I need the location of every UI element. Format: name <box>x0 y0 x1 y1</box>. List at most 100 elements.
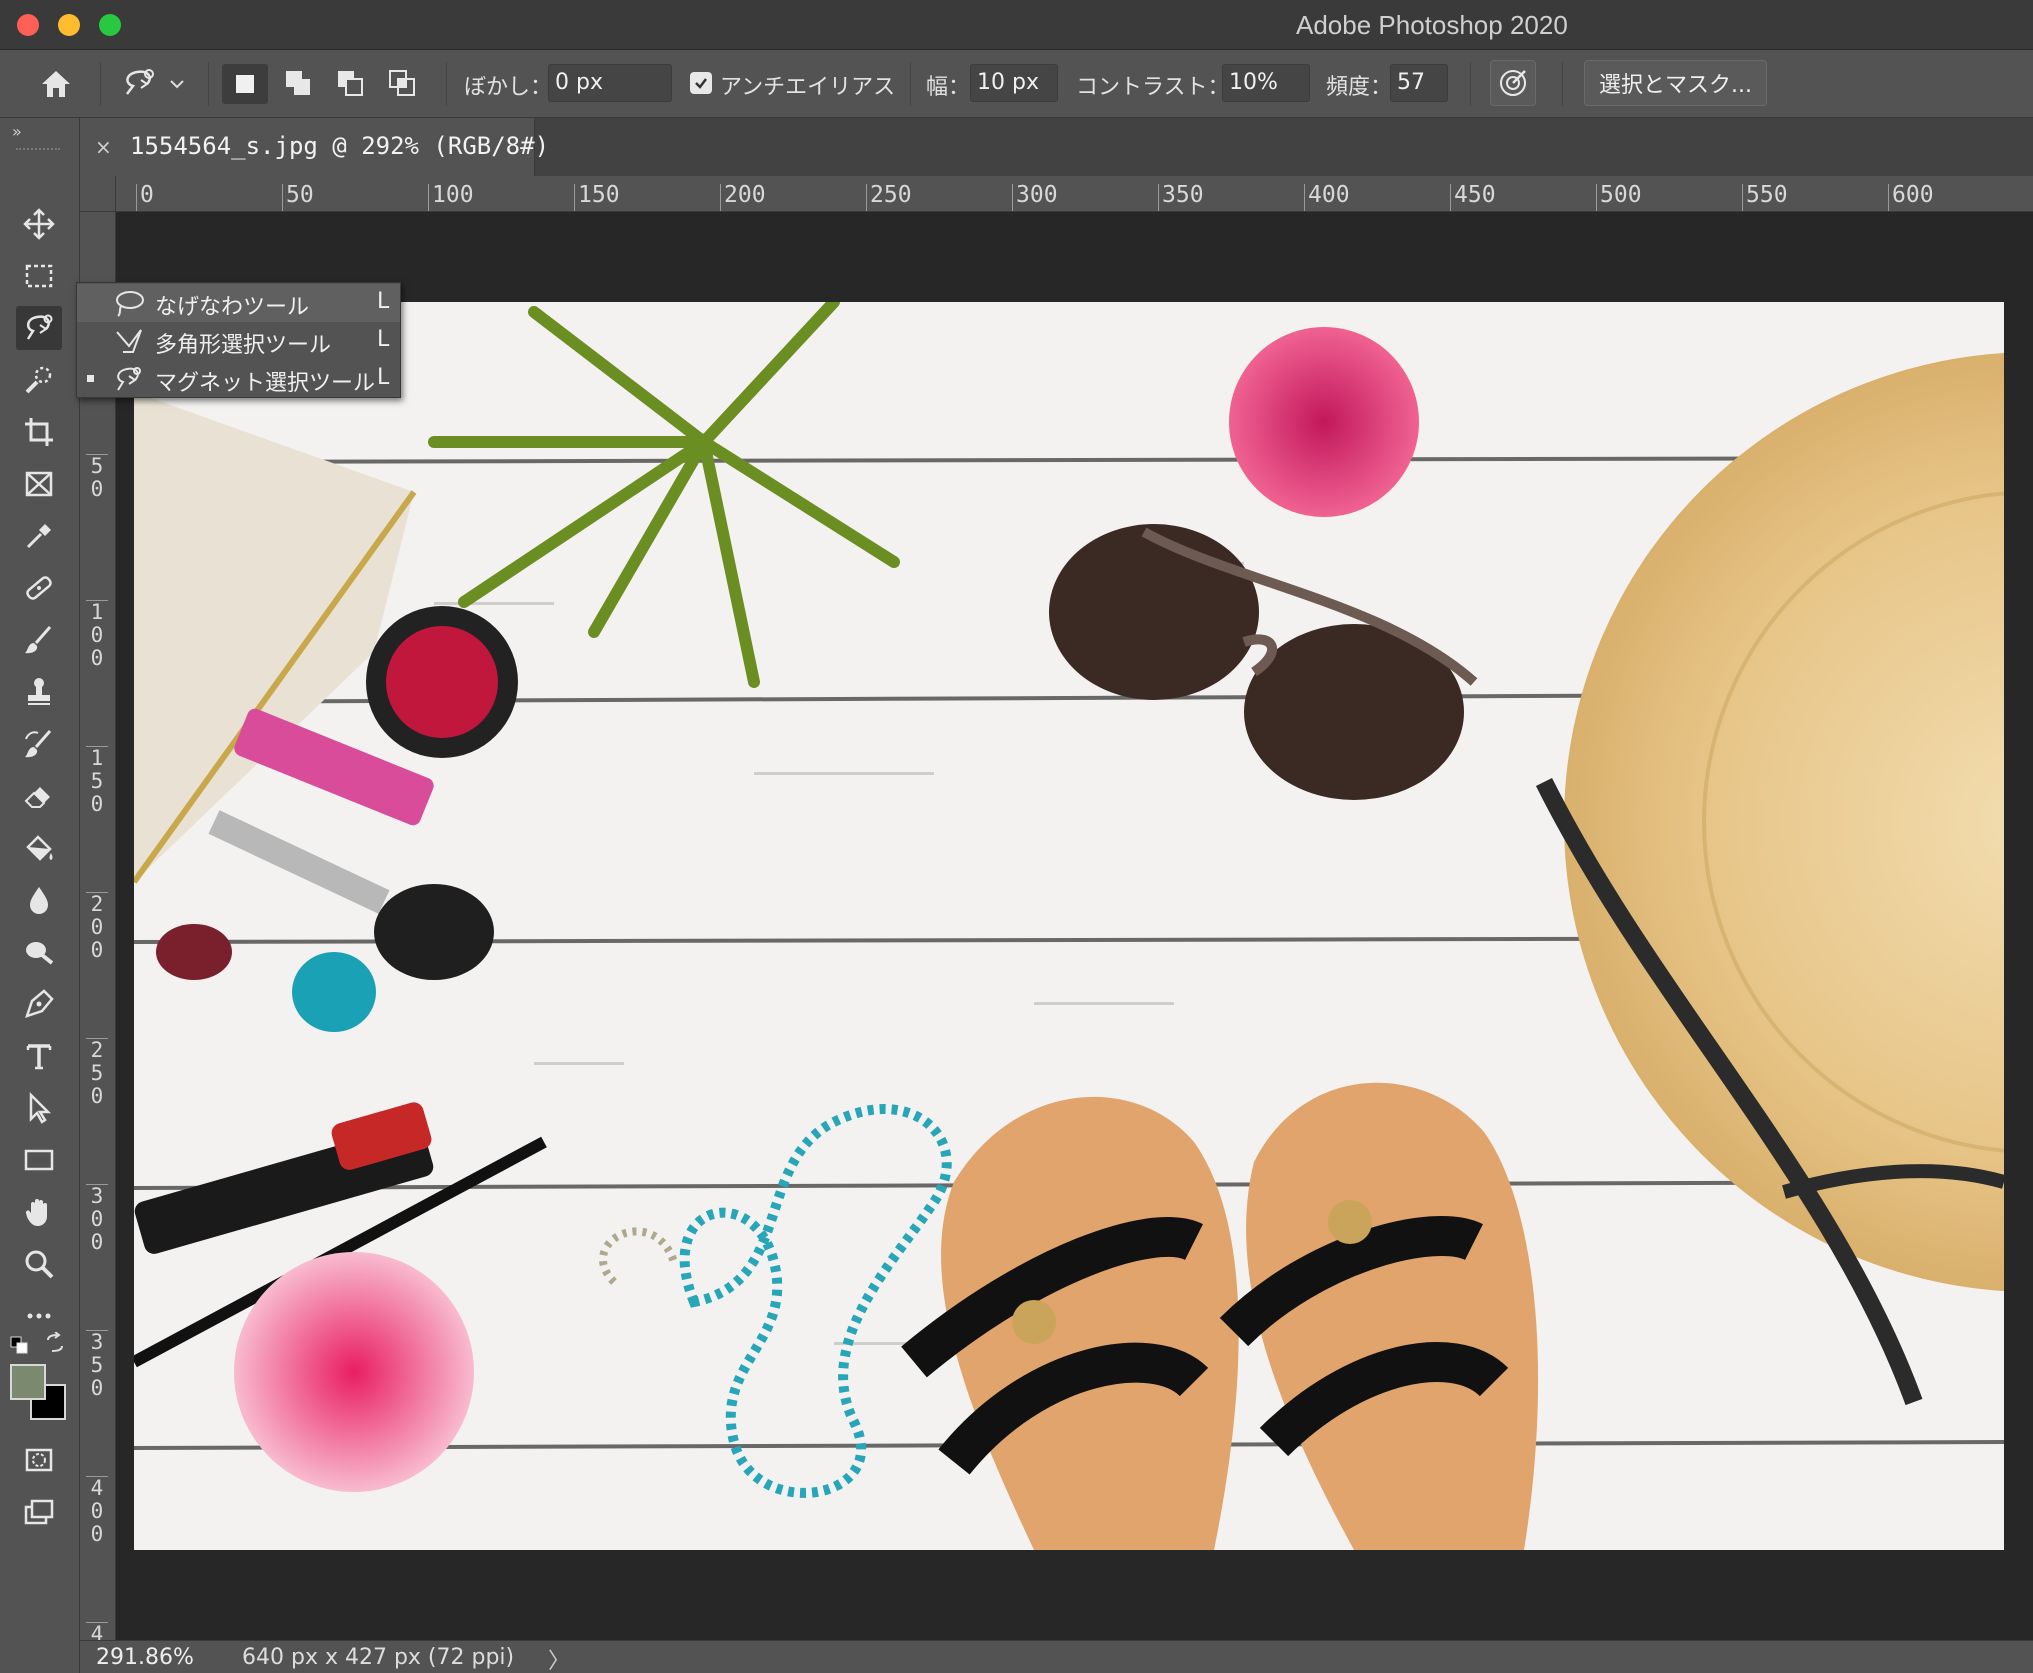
default-colors-button[interactable] <box>10 1336 30 1356</box>
panel-grip[interactable] <box>16 148 60 154</box>
frequency-input[interactable]: 57 <box>1390 64 1448 102</box>
ruler-tick-label: 500 <box>1596 184 1642 211</box>
more-icon <box>27 1313 51 1319</box>
collapse-panel-icon[interactable]: ›› <box>12 122 22 141</box>
magnetic-lasso-icon <box>26 314 53 340</box>
type-icon <box>26 1044 52 1070</box>
document-info: 640 px x 427 px (72 ppi) <box>242 1645 515 1670</box>
flyout-item-magnetic-lasso[interactable]: マグネット選択ツール L <box>77 360 400 398</box>
select-and-mask-button[interactable]: 選択とマスク... <box>1584 60 1767 106</box>
tools-panel: ›› <box>0 118 80 1673</box>
move-icon <box>23 208 55 240</box>
pen-tool[interactable] <box>16 982 62 1026</box>
close-tab-icon[interactable]: × <box>95 135 112 159</box>
swap-colors-button[interactable] <box>44 1331 66 1354</box>
ruler-tick-label: 2 0 0 <box>86 892 108 962</box>
crop-tool[interactable] <box>16 410 62 454</box>
flyout-item-polygonal-lasso[interactable]: 多角形選択ツール L <box>77 322 400 360</box>
options-bar: ぼかし： 0 px アンチエイリアス 幅： 10 px コントラスト： 10% … <box>0 50 2033 118</box>
brush-icon <box>25 626 52 654</box>
blur-tool[interactable] <box>16 878 62 922</box>
rectangle-tool[interactable] <box>16 1138 62 1182</box>
feather-label: ぼかし： <box>464 75 553 100</box>
home-button[interactable] <box>30 64 82 104</box>
eraser-tool[interactable] <box>16 774 62 818</box>
paint-bucket-tool[interactable] <box>16 826 62 870</box>
width-input[interactable]: 10 px <box>970 64 1058 102</box>
dodge-tool[interactable] <box>16 930 62 974</box>
contrast-input[interactable]: 10% <box>1222 64 1310 102</box>
subtract-from-selection-button[interactable] <box>328 64 374 104</box>
intersect-selection-button[interactable] <box>380 64 426 104</box>
pressure-button[interactable] <box>1490 60 1536 106</box>
ruler-tick-label: 100 <box>428 184 474 211</box>
feather-input[interactable]: 0 px <box>548 64 672 102</box>
ruler-tick-label: 450 <box>1450 184 1496 211</box>
frame-icon <box>25 471 53 497</box>
frame-tool[interactable] <box>16 462 62 506</box>
marquee-tool[interactable] <box>16 254 62 298</box>
lasso-tool[interactable] <box>16 306 62 350</box>
home-icon <box>42 71 70 97</box>
eyedropper-tool[interactable] <box>16 514 62 558</box>
path-select-icon <box>29 1091 52 1124</box>
ruler-tick-label: 4 0 0 <box>86 1476 108 1546</box>
ruler-tick-label: 50 <box>282 184 314 211</box>
antialias-label: アンチエイリアス <box>720 75 896 100</box>
eyedropper-icon <box>26 524 51 549</box>
hand-tool[interactable] <box>16 1190 62 1234</box>
stylus-pressure-icon <box>1500 70 1526 96</box>
brush-tool[interactable] <box>16 618 62 662</box>
vertical-ruler[interactable]: 5 0 1 0 0 1 5 0 2 0 0 2 5 0 3 0 0 3 5 0 4 0 0 4 <box>80 212 116 1640</box>
lasso-tool-flyout: なげなわツール L 多角形選択ツール L マグネット選択ツール L <box>76 282 401 398</box>
minimize-window-button[interactable] <box>58 14 80 36</box>
healing-tool[interactable] <box>16 566 62 610</box>
flatlay-photo <box>134 302 2004 1550</box>
status-bar: 291.86% 640 px x 427 px (72 ppi) 〉 <box>80 1640 2033 1673</box>
new-selection-button[interactable] <box>222 64 268 104</box>
status-menu-arrow-icon[interactable]: 〉 <box>548 1643 570 1673</box>
zoom-window-button[interactable] <box>99 14 121 36</box>
screen-mode-button[interactable] <box>16 1490 62 1534</box>
path-select-tool[interactable] <box>16 1086 62 1130</box>
ruler-tick-label: 5 0 <box>86 454 108 501</box>
rectangle-icon <box>24 1149 54 1171</box>
blur-icon <box>30 887 48 914</box>
document-image[interactable] <box>134 302 2004 1550</box>
horizontal-ruler[interactable]: 0 50 100 150 200 250 300 350 400 450 500 550 600 <box>116 176 2033 212</box>
antialias-checkbox[interactable] <box>690 72 712 94</box>
stamp-icon <box>28 678 50 705</box>
checkmark-icon <box>695 78 707 89</box>
foreground-color-swatch[interactable] <box>10 1364 46 1400</box>
subtract-selection-icon <box>338 71 363 96</box>
document-tab[interactable]: × 1554564_s.jpg @ 292% (RGB/8#) <box>80 118 549 176</box>
ruler-corner[interactable] <box>80 176 116 212</box>
ruler-tick-label: 400 <box>1304 184 1350 211</box>
history-brush-tool[interactable] <box>16 722 62 766</box>
screen-mode-icon <box>24 1499 54 1525</box>
move-tool[interactable] <box>16 202 62 246</box>
ruler-tick-label: 250 <box>866 184 912 211</box>
dodge-icon <box>26 942 54 965</box>
zoom-level[interactable]: 291.86% <box>96 1645 194 1670</box>
zoom-icon <box>25 1250 54 1279</box>
swap-arrows-icon <box>47 1331 63 1352</box>
close-window-button[interactable] <box>17 14 39 36</box>
quick-mask-button[interactable] <box>16 1438 62 1482</box>
type-tool[interactable] <box>16 1034 62 1078</box>
document-tab-bar: × 1554564_s.jpg @ 292% (RGB/8#) <box>80 118 2033 176</box>
quick-select-icon <box>25 366 52 394</box>
contrast-label: コントラスト： <box>1076 75 1230 100</box>
add-to-selection-button[interactable] <box>276 64 322 104</box>
flyout-item-lasso[interactable]: なげなわツール L <box>77 284 400 322</box>
frequency-label: 頻度： <box>1326 75 1393 100</box>
hand-icon <box>25 1199 47 1226</box>
tool-preset-picker[interactable] <box>114 64 190 104</box>
default-colors-icon <box>10 1336 28 1354</box>
zoom-tool[interactable] <box>16 1242 62 1286</box>
ruler-tick-label: 4 <box>86 1622 108 1640</box>
pen-icon <box>25 989 54 1018</box>
history-brush-icon <box>25 730 52 758</box>
stamp-tool[interactable] <box>16 670 62 714</box>
quick-select-tool[interactable] <box>16 358 62 402</box>
